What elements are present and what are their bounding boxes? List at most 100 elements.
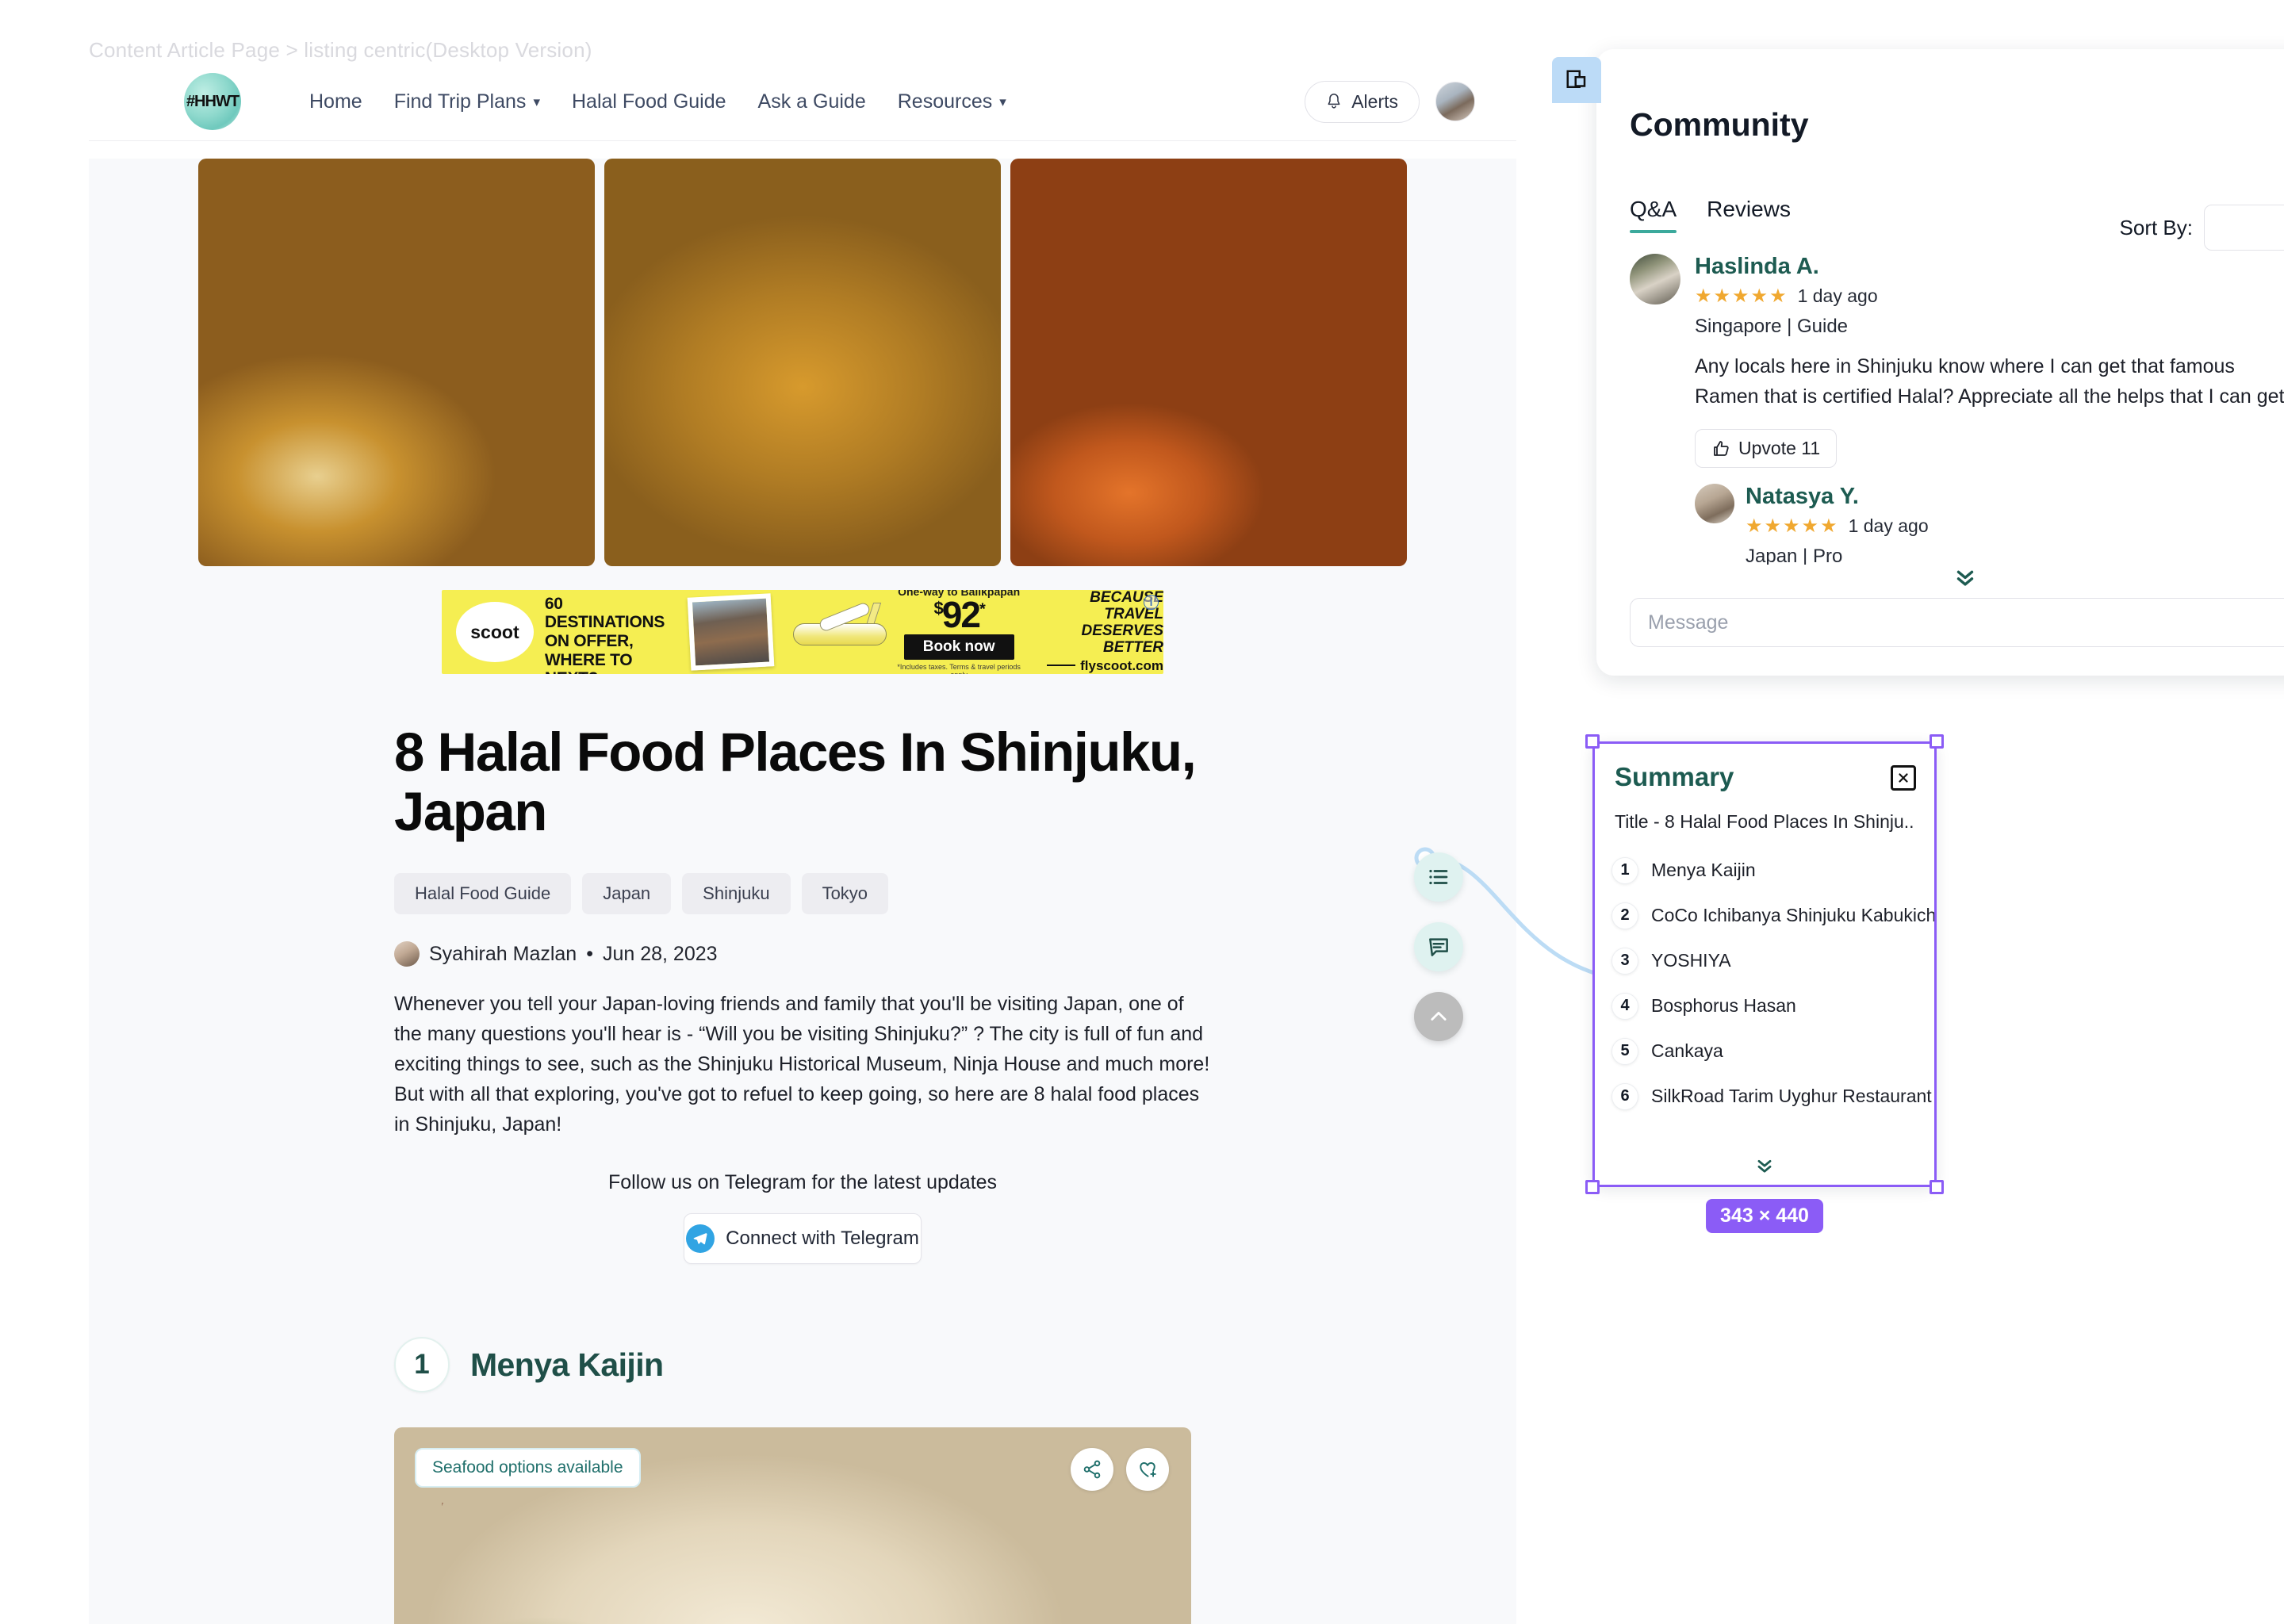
summary-item-list: 1 Menya Kaijin 2 CoCo Ichibanya Shinjuku… [1611,848,1937,1119]
tab-reviews[interactable]: Reviews [1707,197,1791,233]
alerts-label: Alerts [1351,90,1398,112]
upvote-button[interactable]: Upvote 11 [1695,429,1838,468]
thumbs-up-icon [1714,440,1729,456]
ad-headline-line: ON OFFER, [544,632,634,650]
save-button[interactable] [1126,1448,1169,1492]
comment-icon [1429,938,1448,956]
site-logo[interactable]: #HHWT [184,73,241,130]
share-button[interactable] [1071,1448,1113,1492]
ad-site: flyscoot.com [1036,658,1163,674]
user-avatar[interactable] [1435,82,1475,121]
ad-brand-label: scoot [470,621,519,642]
summary-item-6[interactable]: 6 SilkRoad Tarim Uyghur Restaurant [1611,1074,1932,1119]
tag-tokyo[interactable]: Tokyo [801,873,889,915]
summary-item-1[interactable]: 1 Menya Kaijin [1611,848,1921,893]
summary-item-number: 6 [1611,1082,1638,1110]
upvote-label: Upvote 11 [1738,438,1821,458]
summary-item-3[interactable]: 3 YOSHIYA [1611,938,1921,983]
nav-item-find-trip-plans[interactable]: Find Trip Plans ▾ [394,90,540,113]
summary-item-number: 5 [1611,1037,1638,1065]
summary-item-label: YOSHIYA [1651,950,1731,971]
avatar [1695,484,1734,523]
qa-reply-timestamp: 1 day ago [1848,515,1929,536]
tab-qa[interactable]: Q&A [1630,197,1677,233]
nav-item-label: Ask a Guide [757,90,866,113]
header-actions: Alerts [1305,62,1475,141]
qa-reply-meta: ★★★★★ 1 day ago [1746,515,1929,538]
summary-toggle-button[interactable] [1414,852,1463,902]
summary-item-2[interactable]: 2 CoCo Ichibanya Shinjuku Kabukicho [1611,893,1937,938]
community-tabs: Q&A Reviews [1630,197,1791,233]
main-nav: Home Find Trip Plans ▾ Halal Food Guide … [309,62,1006,141]
ad-airplane-illustration [780,601,887,661]
chevron-up-icon [1431,1011,1447,1021]
hero-image-2[interactable] [604,159,1002,566]
nav-item-home[interactable]: Home [309,90,362,113]
expand-summary-button[interactable] [1592,1154,1937,1176]
qa-timestamp: 1 day ago [1797,285,1878,306]
qa-reply: Natasya Y. ★★★★★ 1 day ago Japan | Pro H… [1630,484,2284,565]
summary-selection-wrapper: Summary Title - 8 Halal Food Places In S… [1585,734,1944,1233]
tag-shinjuku[interactable]: Shinjuku [682,873,791,915]
summary-subtitle: Title - 8 Halal Food Places In Shinju... [1615,811,1914,832]
publish-date: Jun 28, 2023 [602,942,718,965]
nav-item-ask-a-guide[interactable]: Ask a Guide [758,90,866,113]
telegram-prompt: Follow us on Telegram for the latest upd… [607,1171,998,1194]
nav-item-resources[interactable]: Resources ▾ [898,90,1006,113]
summary-item-5[interactable]: 5 Cankaya [1611,1028,1921,1074]
tag-halal-food-guide[interactable]: Halal Food Guide [394,873,572,915]
message-input[interactable] [1630,598,2284,647]
copy-panel-button[interactable] [1552,57,1601,103]
hero-image-1[interactable] [197,159,595,566]
site-logo-text: #HHWT [186,92,240,110]
alerts-button[interactable]: Alerts [1305,80,1420,123]
resize-handle-top-left[interactable] [1585,734,1600,749]
article-body: 8 Halal Food Places In Shinjuku, Japan H… [394,722,1211,1624]
section-number: 1 [394,1337,450,1393]
avatar [1630,254,1680,304]
qa-question-text: Any locals here in Shinjuku know where I… [1695,355,2284,408]
ad-headline: WITH OVER 60 DESTINATIONS ON OFFER, WHER… [545,590,672,674]
tag-japan[interactable]: Japan [582,873,672,915]
qa-author-name[interactable]: Haslinda A. [1695,254,1878,280]
qa-meta: ★★★★★ 1 day ago [1695,285,1878,308]
ad-banner[interactable]: scoot WITH OVER 60 DESTINATIONS ON OFFER… [442,590,1163,674]
ad-headline-line: WHERE TO NEXT? [544,650,633,674]
summary-item-label: Menya Kaijin [1651,860,1756,880]
site-header: #HHWT Home Find Trip Plans ▾ Halal Food … [89,62,1516,141]
place-image-menya-kaijin[interactable]: Seafood options available [394,1427,1191,1624]
close-summary-button[interactable] [1891,765,1916,791]
info-icon[interactable]: i [1144,595,1159,610]
resize-handle-bottom-right[interactable] [1930,1180,1944,1194]
hero-image-3[interactable] [1010,159,1408,566]
summary-item-4[interactable]: 4 Bosphorus Hasan [1611,983,1921,1028]
qa-thread-list: Haslinda A. ★★★★★ 1 day ago Singapore | … [1596,254,2284,565]
share-icon [1083,1460,1101,1479]
byline: Syahirah Mazlan • Jun 28, 2023 [394,941,1211,967]
ad-cta-button[interactable]: Book now [903,634,1014,661]
size-badge: 343 × 440 [1706,1199,1823,1233]
floating-action-rail [1414,852,1463,1041]
community-toggle-button[interactable] [1414,922,1463,971]
summary-title: Summary [1615,762,1734,791]
nav-item-halal-food-guide[interactable]: Halal Food Guide [572,90,726,113]
list-icon [1429,869,1448,885]
telegram-icon [686,1224,715,1254]
resize-handle-bottom-left[interactable] [1585,1180,1600,1194]
ad-slogan-line1: BECAUSE TRAVEL [1090,590,1163,623]
sort-by-select[interactable] [2204,205,2284,251]
summary-item-label: Bosphorus Hasan [1651,995,1796,1016]
hero-image-strip [197,159,1408,566]
ad-price-asterisk: * [979,600,986,619]
back-to-top-button[interactable] [1414,992,1463,1041]
ad-headline-line: 60 DESTINATIONS [544,594,665,632]
chevron-double-down-icon [1956,570,1974,586]
article-tags: Halal Food Guide Japan Shinjuku Tokyo [394,873,1211,915]
nav-item-label: Home [309,90,362,113]
qa-reply-author-name[interactable]: Natasya Y. [1746,484,1929,510]
connect-telegram-button[interactable]: Connect with Telegram [684,1213,922,1265]
resize-handle-top-right[interactable] [1930,734,1944,749]
qa-reply-author-row: Natasya Y. ★★★★★ 1 day ago Japan | Pro [1695,484,2284,565]
article-intro-paragraph: Whenever you tell your Japan-loving frie… [394,993,1210,1136]
expand-community-button[interactable] [1596,563,2284,590]
